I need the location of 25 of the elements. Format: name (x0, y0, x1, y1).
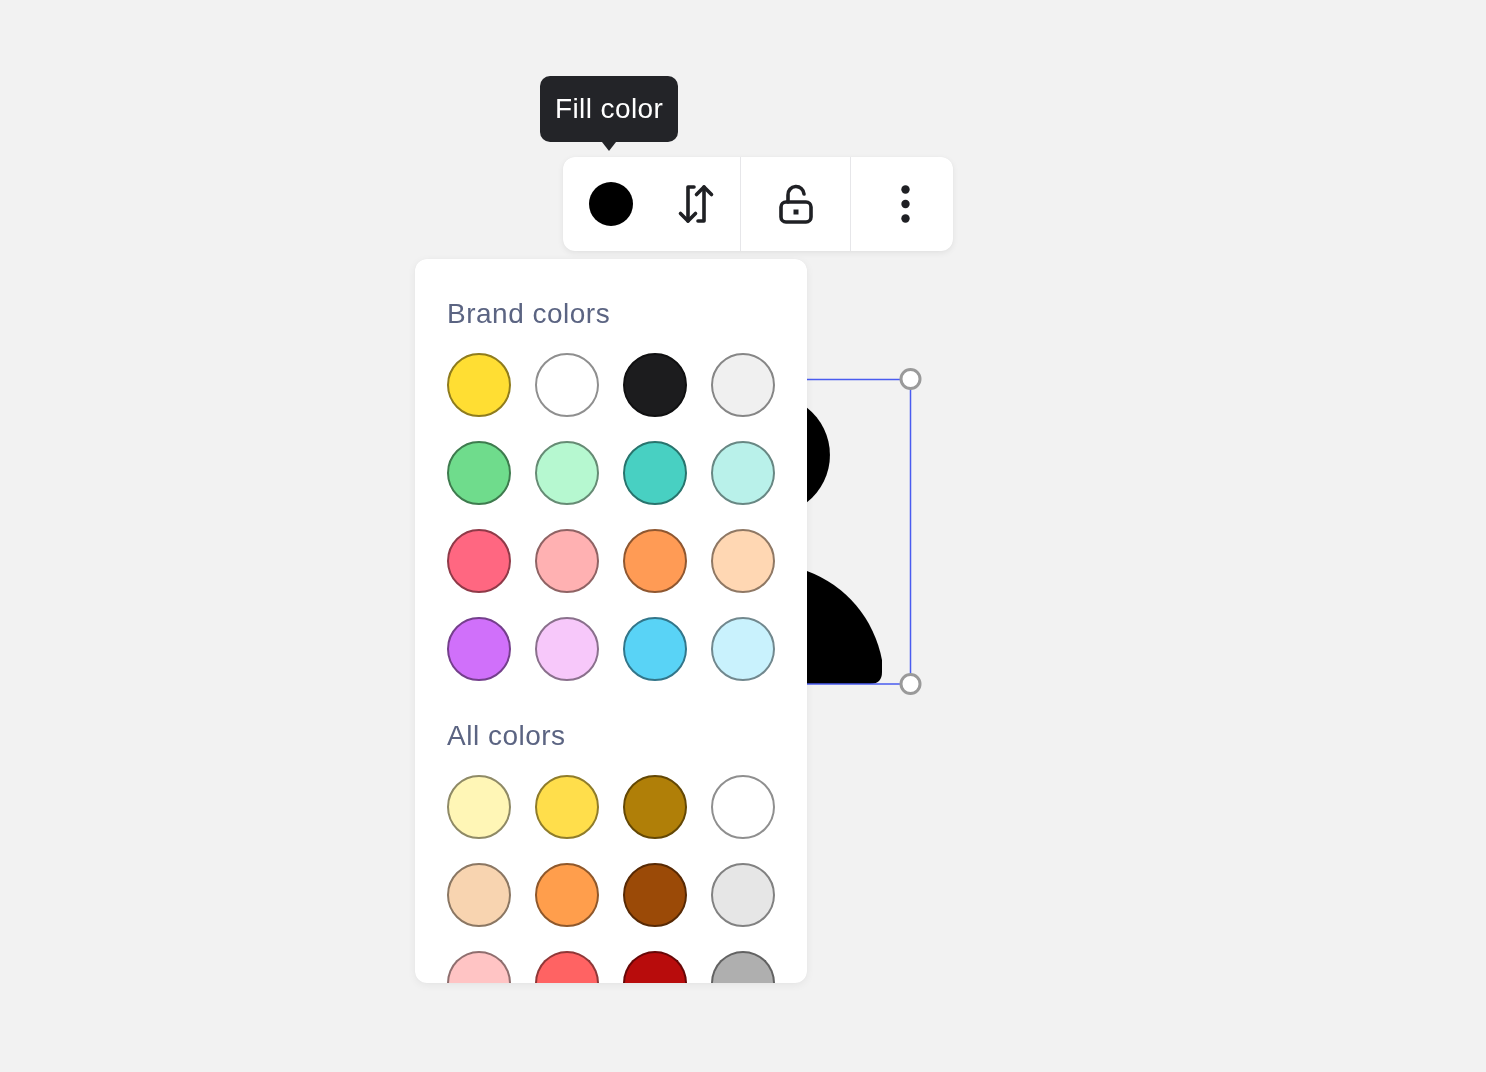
unlock-icon (778, 184, 813, 224)
resize-handle[interactable] (899, 673, 922, 695)
more-vertical-icon (900, 185, 910, 223)
tooltip: Fill color (540, 76, 679, 142)
section-heading: Brand colors (447, 297, 611, 331)
color-swatch[interactable] (623, 529, 687, 593)
person-silhouette[interactable] (807, 407, 882, 684)
swap-arrows-icon (677, 184, 715, 224)
color-swatch[interactable] (447, 775, 511, 839)
color-swatch[interactable] (447, 617, 511, 681)
resize-handle[interactable] (899, 368, 922, 390)
color-swatch[interactable] (623, 775, 687, 839)
color-swatch[interactable] (535, 775, 599, 839)
color-swatch[interactable] (447, 353, 511, 417)
color-swatch[interactable] (447, 529, 511, 593)
color-swatch[interactable] (623, 863, 687, 927)
tooltip-arrow-icon (602, 142, 617, 151)
color-swatch[interactable] (535, 529, 599, 593)
color-swatch[interactable] (535, 863, 599, 927)
color-swatch[interactable] (447, 863, 511, 927)
color-swatch[interactable] (711, 529, 775, 593)
section-heading: All colors (447, 719, 566, 753)
color-swatch[interactable] (623, 617, 687, 681)
color-swatch[interactable] (535, 617, 599, 681)
color-swatch[interactable] (447, 441, 511, 505)
